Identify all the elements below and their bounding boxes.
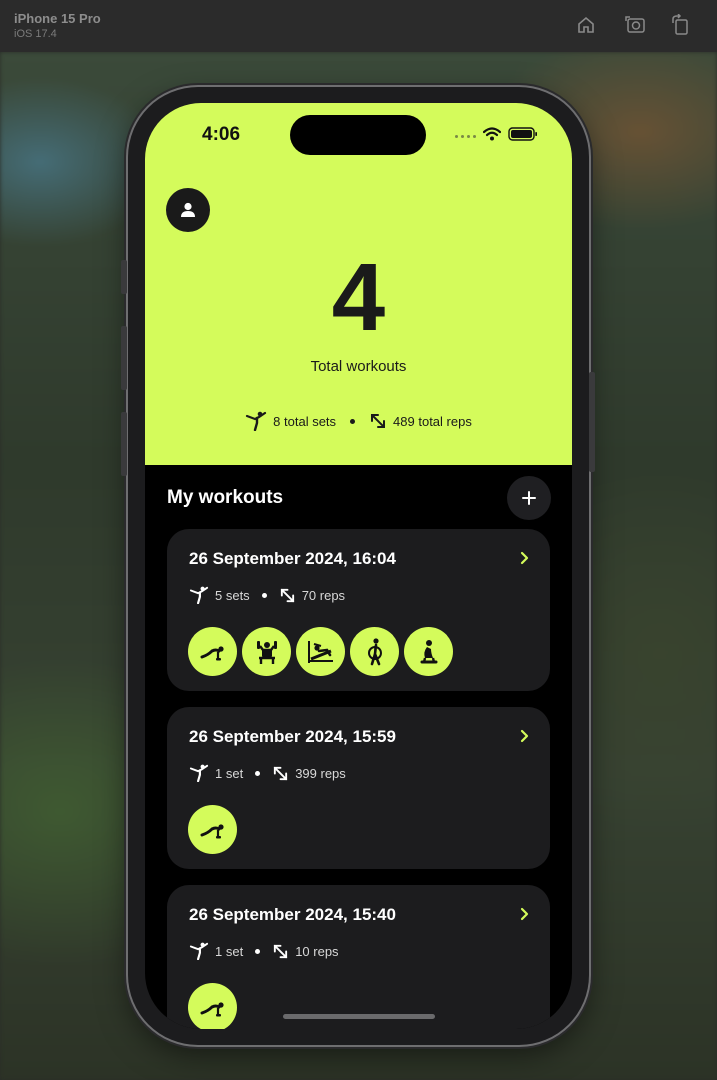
total-sets: 8 total sets (273, 413, 337, 429)
reps-arrow-icon (280, 588, 294, 602)
workout-card[interactable]: 26 September 2024, 15:40 1 set 10 reps (167, 885, 550, 1029)
status-time: 4:06 (202, 124, 241, 145)
chevron-right-icon (520, 551, 529, 565)
chevron-right-icon (520, 907, 529, 921)
reps-arrow-icon (274, 944, 288, 958)
barbell-curl-icon (350, 627, 399, 676)
workout-sets: 5 sets (215, 587, 250, 603)
workout-reps: 10 reps (295, 943, 339, 959)
workout-date: 26 September 2024, 15:59 (189, 727, 396, 746)
workout-sets: 1 set (215, 943, 244, 959)
exercise-figure-icon (189, 586, 209, 604)
os-version: iOS 17.4 (14, 28, 57, 40)
dynamic-island (290, 115, 426, 155)
reps-arrow-icon (371, 414, 386, 428)
exercise-figure-icon (189, 942, 209, 960)
pushup-icon (188, 805, 237, 854)
workout-sets: 1 set (215, 765, 244, 781)
workout-stats: 5 sets 70 reps (189, 586, 345, 604)
volume-up-button (121, 326, 127, 390)
workout-date: 26 September 2024, 15:40 (189, 905, 396, 924)
phone-screen: 4:06 4 Total workouts 8 total sets 489 t… (145, 103, 572, 1029)
battery-icon (508, 127, 538, 146)
incline-bench-icon (296, 627, 345, 676)
simulator-toolbar: iPhone 15 Pro iOS 17.4 (0, 0, 717, 52)
power-button (589, 372, 595, 472)
workout-card[interactable]: 26 September 2024, 16:04 5 sets 70 reps (167, 529, 550, 691)
volume-down-button (121, 412, 127, 476)
plus-icon (522, 491, 536, 505)
pushup-icon (188, 983, 237, 1029)
home-icon[interactable] (574, 13, 598, 37)
action-button (121, 260, 127, 294)
workout-stats: 1 set 399 reps (189, 764, 346, 782)
device-name: iPhone 15 Pro (14, 11, 101, 26)
chevron-right-icon (520, 729, 529, 743)
summary-header: 4:06 4 Total workouts 8 total sets 489 t… (145, 103, 572, 465)
home-indicator[interactable] (283, 1014, 435, 1019)
exercise-figure-icon (246, 411, 267, 431)
workout-stats: 1 set 10 reps (189, 942, 339, 960)
person-icon (181, 202, 195, 217)
total-workouts-count: 4 (331, 244, 386, 351)
workout-date: 26 September 2024, 16:04 (189, 549, 396, 568)
wifi-icon (482, 127, 502, 146)
summary-stats: 8 total sets 489 total reps (145, 411, 572, 431)
exercise-figure-icon (189, 764, 209, 782)
separator-dot (255, 770, 261, 776)
total-reps: 489 total reps (393, 413, 472, 429)
screenshot-icon[interactable] (623, 13, 647, 37)
dumbbell-press-icon (242, 627, 291, 676)
signal-icon (455, 135, 476, 138)
section-title: My workouts (167, 487, 284, 508)
separator-dot (255, 948, 261, 954)
profile-button[interactable] (166, 188, 210, 232)
workout-card[interactable]: 26 September 2024, 15:59 1 set 399 reps (167, 707, 550, 869)
separator-dot (261, 592, 267, 598)
status-icons (455, 127, 538, 146)
exercise-icons (188, 805, 237, 854)
exercise-icons (188, 627, 453, 676)
total-workouts-label: Total workouts (310, 358, 407, 375)
workout-reps: 399 reps (295, 765, 346, 781)
add-workout-button[interactable] (507, 476, 551, 520)
workout-reps: 70 reps (301, 587, 346, 603)
squat-icon (404, 627, 453, 676)
pushup-icon (188, 627, 237, 676)
rotate-icon[interactable] (668, 13, 692, 37)
reps-arrow-icon (274, 766, 288, 780)
separator-dot (350, 418, 356, 424)
exercise-icons (188, 983, 237, 1029)
